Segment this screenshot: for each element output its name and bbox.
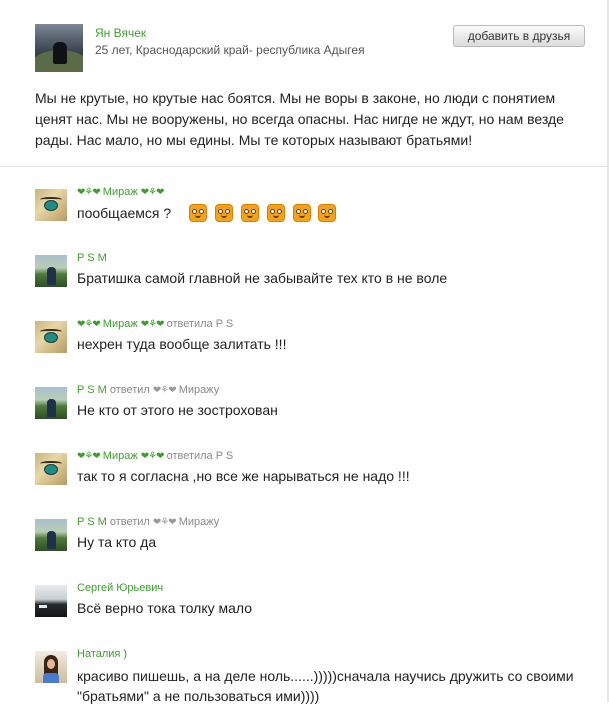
reply-label: ответил: [109, 516, 150, 528]
avatar-headlight-shape: [39, 605, 47, 608]
author-avatar[interactable]: [35, 24, 83, 72]
comment-text: Не кто от этого не зострохован: [77, 402, 278, 418]
comment-text: Братишка самой главной не забывайте тех …: [77, 270, 448, 286]
comment-text: так то я согласна ,но все же нарываться …: [77, 468, 410, 484]
comment-author-link[interactable]: Мираж: [103, 186, 138, 198]
comment-header: P S M ответил ❤⚘❤ Миражу: [77, 384, 219, 396]
add-friend-button[interactable]: добавить в друзья: [453, 25, 585, 47]
comment-header: P S M: [77, 252, 107, 264]
smiley-icon: [240, 204, 259, 222]
smiley-icon: [188, 204, 207, 222]
avatar[interactable]: [35, 189, 67, 221]
avatar-person-shape: [47, 531, 56, 549]
avatar-eye-shape: [44, 332, 58, 343]
heart-decoration-icon: ❤⚘❤: [152, 385, 177, 396]
divider: [0, 166, 607, 167]
comment-text-row: пообщаемся ?: [77, 204, 337, 222]
avatar-person-shape: [47, 267, 56, 285]
heart-decoration-icon: ❤⚘❤: [140, 319, 165, 330]
avatar-face-shape: [47, 659, 55, 669]
post-header: Ян Вячек 25 лет, Краснодарский край- рес…: [35, 24, 585, 74]
avatar-eye-shape: [44, 464, 58, 475]
comment-text: красиво пишешь, а на деле ноль......))))…: [77, 668, 574, 704]
smiley-icon: [318, 204, 337, 222]
comment-header: P S M ответил ❤⚘❤ Миражу: [77, 516, 219, 528]
avatar[interactable]: [35, 321, 67, 353]
avatar[interactable]: [35, 387, 67, 419]
comment-author-link[interactable]: Мираж: [103, 318, 138, 330]
comment-text: нехрен туда вообще залитать !!!: [77, 336, 287, 352]
reply-target-link[interactable]: P S: [216, 450, 234, 462]
heart-decoration-icon: ❤⚘❤: [140, 451, 165, 462]
heart-decoration-icon: ❤⚘❤: [140, 187, 165, 198]
heart-decoration-icon: ❤⚘❤: [77, 319, 101, 330]
reply-target-link[interactable]: Миражу: [179, 516, 220, 528]
comment-text: Всё верно тока толку мало: [77, 600, 253, 616]
comment-author-link[interactable]: Мираж: [103, 450, 138, 462]
author-info: 25 лет, Краснодарский край- республика А…: [95, 43, 365, 57]
comment-text: Ну та кто да: [77, 534, 157, 550]
reply-label: ответила: [166, 450, 213, 462]
avatar[interactable]: [35, 255, 67, 287]
comment-author-link[interactable]: P S M: [77, 384, 107, 396]
smiley-icon: [214, 204, 233, 222]
avatar[interactable]: [35, 585, 67, 617]
smiley-icon: [292, 204, 311, 222]
avatar[interactable]: [35, 453, 67, 485]
reply-target-link[interactable]: Миражу: [179, 384, 220, 396]
comment-author-link[interactable]: P S M: [77, 516, 107, 528]
avatar[interactable]: [35, 651, 67, 683]
comment-header: ❤⚘❤ Мираж ❤⚘❤: [77, 186, 164, 198]
heart-decoration-icon: ❤⚘❤: [77, 187, 101, 198]
comment-text: пообщаемся ?: [77, 205, 172, 221]
smiley-icon: [266, 204, 285, 222]
status-text: Мы не крутые, но крутые нас боятся. Мы н…: [35, 90, 564, 148]
comment-author-link[interactable]: P S M: [77, 252, 107, 264]
comment-header: Сергей Юрьевич: [77, 582, 163, 594]
reply-label: ответила: [166, 318, 213, 330]
avatar-dress-shape: [43, 673, 59, 683]
comment-header: Наталия ): [77, 648, 127, 660]
reply-target-link[interactable]: P S: [216, 318, 234, 330]
avatar-person-shape: [47, 399, 56, 417]
comment-author-link[interactable]: Сергей Юрьевич: [77, 582, 163, 594]
comment-header: ❤⚘❤ Мираж ❤⚘❤ ответила P S: [77, 450, 233, 462]
comment-author-link[interactable]: Наталия ): [77, 648, 127, 660]
avatar-figure-shape: [53, 42, 67, 64]
avatar[interactable]: [35, 519, 67, 551]
heart-decoration-icon: ❤⚘❤: [152, 517, 177, 528]
comment-header: ❤⚘❤ Мираж ❤⚘❤ ответила P S: [77, 318, 233, 330]
heart-decoration-icon: ❤⚘❤: [77, 451, 101, 462]
avatar-eye-shape: [44, 200, 58, 211]
author-name-link[interactable]: Ян Вячек: [95, 26, 146, 40]
reply-label: ответил: [109, 384, 150, 396]
